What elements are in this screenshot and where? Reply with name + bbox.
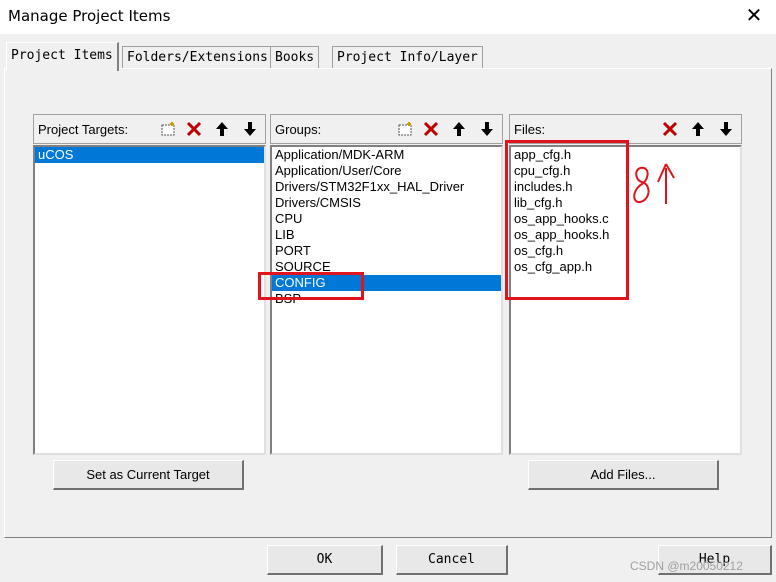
files-title: Files: <box>514 122 546 137</box>
move-down-icon[interactable] <box>238 118 262 140</box>
move-down-icon[interactable] <box>475 118 499 140</box>
groups-title: Groups: <box>275 122 322 137</box>
list-item[interactable]: Application/User/Core <box>272 163 501 179</box>
move-down-icon[interactable] <box>714 118 738 140</box>
watermark: CSDN @m20050212 <box>630 559 743 573</box>
targets-panel: Project Targets: uCOS <box>33 114 266 455</box>
targets-list[interactable]: uCOS <box>33 145 266 455</box>
move-up-icon[interactable] <box>686 118 710 140</box>
delete-icon[interactable] <box>658 118 682 140</box>
new-item-icon[interactable] <box>393 118 417 140</box>
list-item[interactable]: CPU <box>272 211 501 227</box>
move-up-icon[interactable] <box>447 118 471 140</box>
annotation-box-config <box>258 272 364 300</box>
ok-button[interactable]: OK <box>267 545 383 575</box>
title-bar: Manage Project Items ✕ <box>0 0 776 34</box>
tab-books[interactable]: Books <box>270 46 320 70</box>
tab-project-info-layer[interactable]: Project Info/Layer <box>332 46 483 70</box>
list-item[interactable]: Drivers/STM32F1xx_HAL_Driver <box>272 179 501 195</box>
tab-project-items[interactable]: Project Items <box>6 42 119 71</box>
groups-header: Groups: <box>270 114 503 144</box>
delete-icon[interactable] <box>419 118 443 140</box>
cancel-button[interactable]: Cancel <box>396 545 508 575</box>
tab-folders-extensions[interactable]: Folders/Extensions <box>122 46 273 70</box>
list-item[interactable]: uCOS <box>35 147 264 163</box>
annotation-box-files <box>505 140 629 300</box>
list-item[interactable]: Drivers/CMSIS <box>272 195 501 211</box>
set-current-target-button[interactable]: Set as Current Target <box>53 460 244 490</box>
move-up-icon[interactable] <box>210 118 234 140</box>
targets-header: Project Targets: <box>33 114 266 144</box>
targets-title: Project Targets: <box>38 122 129 137</box>
close-icon[interactable]: ✕ <box>742 4 766 28</box>
list-item[interactable]: Application/MDK-ARM <box>272 147 501 163</box>
new-item-icon[interactable] <box>156 118 180 140</box>
groups-list[interactable]: Application/MDK-ARM Application/User/Cor… <box>270 145 503 455</box>
add-files-button[interactable]: Add Files... <box>528 460 719 490</box>
window-title: Manage Project Items <box>8 7 171 25</box>
delete-icon[interactable] <box>182 118 206 140</box>
list-item[interactable]: LIB <box>272 227 501 243</box>
list-item[interactable]: PORT <box>272 243 501 259</box>
handwritten-annotation <box>633 163 675 204</box>
